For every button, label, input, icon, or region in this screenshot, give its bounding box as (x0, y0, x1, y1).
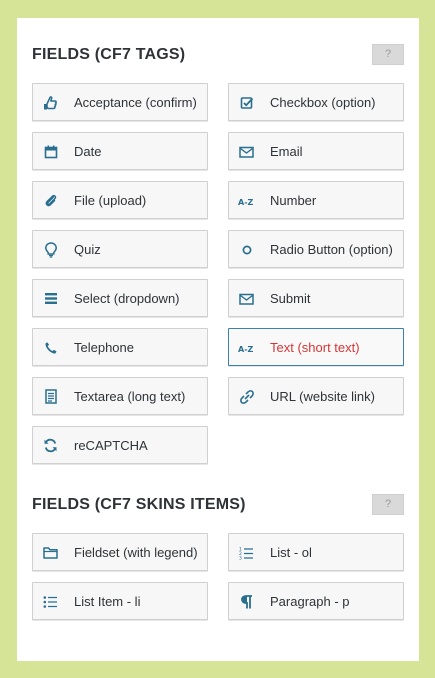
document-icon (42, 388, 59, 405)
field-label: Fieldset (with legend) (74, 545, 198, 560)
field-label: Telephone (74, 340, 134, 355)
folder-icon (42, 544, 59, 561)
field-label: File (upload) (74, 193, 147, 208)
field-submit-button[interactable]: Submit (228, 279, 404, 317)
field-label: Text (short text) (270, 340, 360, 355)
svg-text:A-Z: A-Z (238, 344, 254, 352)
field-email-button[interactable]: Email (228, 132, 404, 170)
field-number-button[interactable]: A-Z Number (228, 181, 404, 219)
field-label: Paragraph - p (270, 594, 350, 609)
field-label: Date (74, 144, 102, 159)
checkbox-icon (238, 94, 255, 111)
field-url-button[interactable]: URL (website link) (228, 377, 404, 415)
field-radio-button[interactable]: Radio Button (option) (228, 230, 404, 268)
radio-circle-icon (238, 241, 255, 258)
phone-icon (42, 339, 59, 356)
field-textarea-button[interactable]: Textarea (long text) (32, 377, 208, 415)
field-label: Textarea (long text) (74, 389, 186, 404)
field-list-item-button[interactable]: List Item - li (32, 582, 208, 620)
envelope-icon (238, 290, 255, 307)
a-z-icon: A-Z (238, 339, 255, 356)
a-z-icon: A-Z (238, 192, 255, 209)
field-paragraph-button[interactable]: Paragraph - p (228, 582, 404, 620)
ordered-list-icon: 123 (238, 544, 255, 561)
field-telephone-button[interactable]: Telephone (32, 328, 208, 366)
field-label: reCAPTCHA (74, 438, 148, 453)
field-list-ol-button[interactable]: 123 List - ol (228, 533, 404, 571)
section-header-cf7-tags: FIELDS (CF7 TAGS) ? (32, 44, 404, 68)
pilcrow-icon (238, 593, 255, 610)
section-header-cf7-skins-items: FIELDS (CF7 SKINS ITEMS) ? (32, 494, 404, 518)
field-label: Quiz (74, 242, 101, 257)
calendar-icon (42, 143, 59, 160)
envelope-icon (238, 143, 255, 160)
section-title: FIELDS (CF7 TAGS) (32, 46, 186, 63)
field-label: URL (website link) (270, 389, 375, 404)
field-recaptcha-button[interactable]: reCAPTCHA (32, 426, 208, 464)
field-label: Submit (270, 291, 311, 306)
field-date-button[interactable]: Date (32, 132, 208, 170)
field-label: Checkbox (option) (270, 95, 376, 110)
field-label: List Item - li (74, 594, 141, 609)
field-label: List - ol (270, 545, 312, 560)
lightbulb-icon (42, 241, 59, 258)
unordered-list-icon (42, 593, 59, 610)
help-button[interactable]: ? (372, 494, 404, 515)
field-quiz-button[interactable]: Quiz (32, 230, 208, 268)
field-label: Number (270, 193, 317, 208)
paperclip-icon (42, 192, 59, 209)
link-icon (238, 388, 255, 405)
svg-text:A-Z: A-Z (238, 197, 254, 205)
field-label: Select (dropdown) (74, 291, 180, 306)
field-file-button[interactable]: File (upload) (32, 181, 208, 219)
field-label: Acceptance (confirm) (74, 95, 197, 110)
section-title: FIELDS (CF7 SKINS ITEMS) (32, 496, 246, 513)
field-checkbox-button[interactable]: Checkbox (option) (228, 83, 404, 121)
hand-icon (42, 94, 59, 111)
field-fieldset-button[interactable]: Fieldset (with legend) (32, 533, 208, 571)
help-button[interactable]: ? (372, 44, 404, 65)
refresh-icon (42, 437, 59, 454)
field-acceptance-button[interactable]: Acceptance (confirm) (32, 83, 208, 121)
field-select-button[interactable]: Select (dropdown) (32, 279, 208, 317)
field-label: Email (270, 144, 303, 159)
menu-lines-icon (42, 290, 59, 307)
svg-text:3: 3 (239, 555, 242, 560)
field-text-button[interactable]: A-Z Text (short text) (228, 328, 404, 366)
field-label: Radio Button (option) (270, 242, 393, 257)
fields-panel: FIELDS (CF7 TAGS) ? Acceptance (confirm)… (17, 18, 419, 661)
